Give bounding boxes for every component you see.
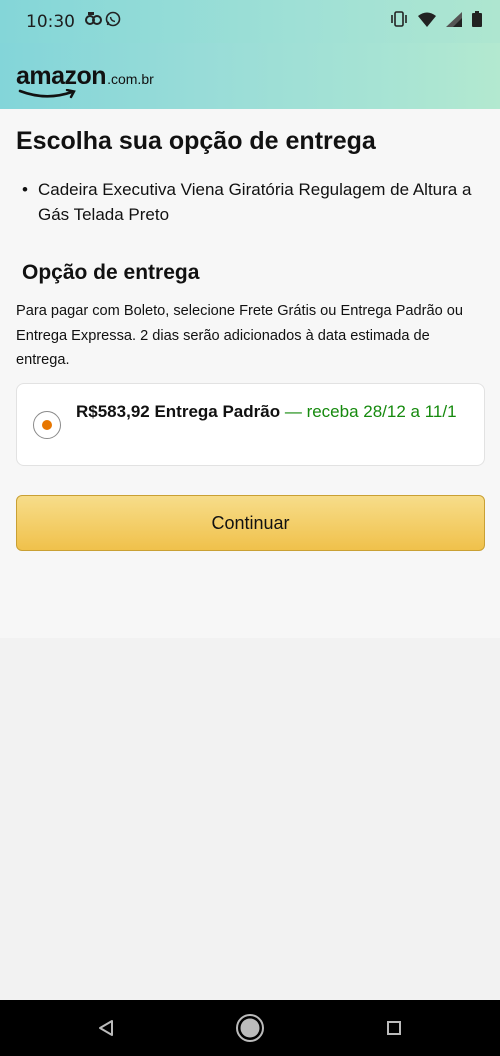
whatsapp-icon: [105, 11, 121, 32]
recents-icon[interactable]: [378, 1012, 410, 1044]
boleto-info-text: Para pagar com Boleto, selecione Frete G…: [16, 303, 463, 368]
smile-arrow-icon: [18, 88, 76, 98]
vibrate-icon: [390, 11, 408, 32]
data-saver-icon: [85, 12, 103, 31]
list-item: • Cadeira Executiva Viena Giratória Regu…: [22, 177, 487, 227]
delivery-option-card[interactable]: R$583,92 Entrega Padrão — receba 28/12 a…: [16, 383, 485, 466]
bullet-icon: •: [22, 180, 28, 199]
status-time: 10:30: [26, 11, 75, 32]
status-bar: 10:30: [0, 0, 500, 43]
page-title: Escolha sua opção de entrega: [16, 127, 376, 155]
main-content: Escolha sua opção de entrega • Cadeira E…: [0, 109, 500, 638]
wifi-icon: [418, 12, 436, 32]
signal-icon: [446, 11, 462, 32]
delivery-section-title: Opção de entrega: [22, 261, 200, 284]
battery-icon: [472, 11, 482, 32]
back-icon[interactable]: [90, 1012, 122, 1044]
home-icon[interactable]: [234, 1012, 266, 1044]
logo-text: amazon: [16, 61, 107, 90]
status-right-icons: [390, 11, 482, 32]
navigation-bar: [0, 1000, 500, 1056]
app-header: amazon .com.br: [0, 43, 500, 109]
delivery-option-label[interactable]: R$583,92 Entrega Padrão — receba 28/12 a…: [76, 399, 471, 425]
delivery-date-label: — receba 28/12 a 11/1: [284, 402, 457, 421]
notification-icons: [85, 11, 121, 32]
continue-button[interactable]: Continuar: [16, 495, 485, 551]
delivery-option-radio[interactable]: [33, 411, 61, 439]
radio-selected-dot: [41, 419, 52, 430]
logo-suffix: .com.br: [107, 70, 154, 87]
delivery-price-label: R$583,92 Entrega Padrão: [76, 402, 281, 421]
amazon-logo[interactable]: amazon .com.br: [16, 61, 154, 98]
item-title: Cadeira Executiva Viena Giratória Regula…: [38, 180, 472, 224]
